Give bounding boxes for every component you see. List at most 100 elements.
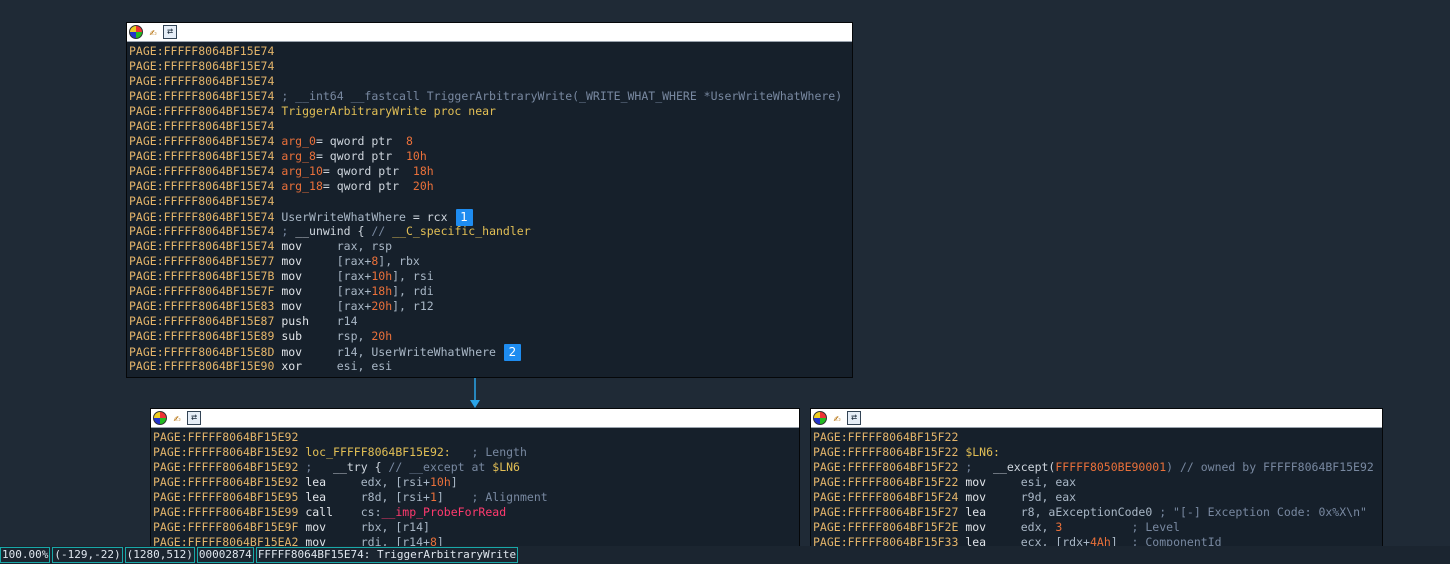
code-token: PAGE:FFFFF8064BF15E92 [153, 430, 299, 444]
rename-icon[interactable]: ✍ [830, 411, 844, 425]
code-line[interactable]: PAGE:FFFFF8064BF15F22 $LN6: [813, 445, 1382, 460]
code-token: __try { [333, 460, 389, 474]
code-token: PAGE:FFFFF8064BF15E7F [129, 284, 275, 298]
code-token: [rax+ [336, 299, 372, 313]
code-line[interactable]: PAGE:FFFFF8064BF15E74 arg_8= qword ptr 1… [129, 149, 852, 164]
code-token: PAGE:FFFFF8064BF15F24 [813, 490, 959, 504]
code-token: [rax+ [336, 269, 372, 283]
code-token: mov [958, 490, 1021, 504]
code-token: rdi, [r14+ [360, 535, 430, 546]
code-line[interactable]: PAGE:FFFFF8064BF15E77 mov [rax+8], rbx [129, 254, 852, 269]
code-line[interactable]: PAGE:FFFFF8064BF15E90 xor esi, esi [129, 359, 852, 374]
color-palette-icon[interactable] [813, 411, 827, 425]
mouse-position: (-129,-22) [52, 547, 123, 563]
code-line[interactable]: PAGE:FFFFF8064BF15E74 UserWriteWhatWhere… [129, 209, 852, 226]
code-line[interactable]: PAGE:FFFFF8064BF15E74 arg_10= qword ptr … [129, 164, 852, 179]
code-token: xor [274, 359, 337, 373]
code-token: mov [958, 475, 1021, 489]
code-token: ; __int64 __fastcall TriggerArbitraryWri… [274, 89, 843, 103]
code-token: // __except at [388, 460, 493, 474]
graph-view[interactable]: ✍ ⇄ PAGE:FFFFF8064BF15E74 PAGE:FFFFF8064B… [0, 0, 1450, 546]
code-token: FFFFF8050BE90001 [1055, 460, 1167, 474]
code-token: PAGE:FFFFF8064BF15E77 [129, 254, 275, 268]
code-line[interactable]: PAGE:FFFFF8064BF15E95 lea r8d, [rsi+1] ;… [153, 490, 799, 505]
code-token: mov [298, 520, 361, 534]
graph-overview-icon[interactable]: ⇄ [187, 411, 201, 425]
code-block-trigger-arbitrary-write[interactable]: ✍ ⇄ PAGE:FFFFF8064BF15E74 PAGE:FFFFF8064B… [126, 22, 853, 378]
code-token: 10h [371, 269, 393, 283]
code-line[interactable]: PAGE:FFFFF8064BF15E8D mov r14, UserWrite… [129, 344, 852, 361]
code-line[interactable]: PAGE:FFFFF8064BF15E74 [129, 44, 852, 59]
code-line[interactable]: PAGE:FFFFF8064BF15F33 lea ecx, [rdx+4Ah]… [813, 535, 1382, 546]
code-token: PAGE:FFFFF8064BF15E99 [153, 505, 299, 519]
code-token: PAGE:FFFFF8064BF15E74 [129, 194, 275, 208]
code-token: = rcx [405, 210, 448, 224]
code-token: PAGE:FFFFF8064BF15E74 [129, 44, 275, 58]
code-token: esi, eax [1020, 475, 1077, 489]
code-line[interactable]: PAGE:FFFFF8064BF15E92 loc_FFFFF8064BF15E… [153, 445, 799, 460]
code-line[interactable]: PAGE:FFFFF8064BF15E74 mov rax, rsp [129, 239, 852, 254]
code-line[interactable]: PAGE:FFFFF8064BF15E74 ; __unwind { // __… [129, 224, 852, 239]
code-block-try[interactable]: ✍ ⇄ PAGE:FFFFF8064BF15E92 PAGE:FFFFF8064B… [150, 408, 800, 546]
code-line[interactable]: PAGE:FFFFF8064BF15E74 arg_0= qword ptr 8 [129, 134, 852, 149]
code-line[interactable]: PAGE:FFFFF8064BF15F27 lea r8, aException… [813, 505, 1382, 520]
code-lines: PAGE:FFFFF8064BF15F22 PAGE:FFFFF8064BF15F… [811, 428, 1382, 546]
code-token: PAGE:FFFFF8064BF15E92 [153, 460, 299, 474]
code-line[interactable]: PAGE:FFFFF8064BF15E74 ; __int64 __fastca… [129, 89, 852, 104]
code-token: 18h [412, 164, 434, 178]
code-line[interactable]: PAGE:FFFFF8064BF15E7F mov [rax+18h], rdi [129, 284, 852, 299]
code-line[interactable]: PAGE:FFFFF8064BF15E9F mov rbx, [r14] [153, 520, 799, 535]
code-line[interactable]: PAGE:FFFFF8064BF15F2E mov edx, 3 ; Level [813, 520, 1382, 535]
code-token: 20h [412, 179, 434, 193]
code-token: ) // owned by FFFFF8064BF15E92 [1166, 460, 1374, 474]
code-line[interactable]: PAGE:FFFFF8064BF15E74 [129, 119, 852, 134]
code-line[interactable]: PAGE:FFFFF8064BF15EA2 mov rdi, [r14+8] [153, 535, 799, 546]
code-line[interactable]: PAGE:FFFFF8064BF15E74 [129, 59, 852, 74]
code-token: PAGE:FFFFF8064BF15E92 [153, 445, 299, 459]
code-token: PAGE:FFFFF8064BF15E87 [129, 314, 275, 328]
code-line[interactable]: PAGE:FFFFF8064BF15E74 TriggerArbitraryWr… [129, 104, 852, 119]
graph-overview-icon[interactable]: ⇄ [847, 411, 861, 425]
block-header: ✍ ⇄ [811, 409, 1382, 428]
code-token: ; Alignment [443, 490, 548, 504]
code-line[interactable]: PAGE:FFFFF8064BF15F22 mov esi, eax [813, 475, 1382, 490]
code-block-except[interactable]: ✍ ⇄ PAGE:FFFFF8064BF15F22 PAGE:FFFFF8064B… [810, 408, 1383, 546]
code-line[interactable]: PAGE:FFFFF8064BF15E89 sub rsp, 20h [129, 329, 852, 344]
block-header: ✍ ⇄ [151, 409, 799, 428]
code-line[interactable]: PAGE:FFFFF8064BF15F24 mov r9d, eax [813, 490, 1382, 505]
code-line[interactable]: PAGE:FFFFF8064BF15E87 push r14 [129, 314, 852, 329]
code-token: = qword ptr [322, 164, 413, 178]
code-line[interactable]: PAGE:FFFFF8064BF15F22 [813, 430, 1382, 445]
code-line[interactable]: PAGE:FFFFF8064BF15E83 mov [rax+20h], r12 [129, 299, 852, 314]
code-token: mov [274, 284, 337, 298]
code-line[interactable]: PAGE:FFFFF8064BF15E74 [129, 74, 852, 89]
code-lines: PAGE:FFFFF8064BF15E92 PAGE:FFFFF8064BF15E… [151, 428, 799, 546]
code-token: 1 [429, 490, 437, 504]
current-location: FFFFF8064BF15E74: TriggerArbitraryWrite [255, 547, 519, 563]
block-header: ✍ ⇄ [127, 23, 852, 42]
code-token: mov [274, 299, 337, 313]
code-line[interactable]: PAGE:FFFFF8064BF15E74 [129, 194, 852, 209]
code-token: mov [274, 239, 337, 253]
code-token: loc_FFFFF8064BF15E92: [298, 445, 451, 459]
code-line[interactable]: PAGE:FFFFF8064BF15E74 arg_18= qword ptr … [129, 179, 852, 194]
color-palette-icon[interactable] [153, 411, 167, 425]
graph-overview-icon[interactable]: ⇄ [163, 25, 177, 39]
code-line[interactable]: PAGE:FFFFF8064BF15E92 [153, 430, 799, 445]
code-line[interactable]: PAGE:FFFFF8064BF15E7B mov [rax+10h], rsi [129, 269, 852, 284]
code-token: PAGE:FFFFF8064BF15E74 [129, 104, 275, 118]
code-token: PAGE:FFFFF8064BF15E74 [129, 119, 275, 133]
code-token: ], rsi [392, 269, 434, 283]
code-token: PAGE:FFFFF8064BF15F22 [813, 430, 959, 444]
code-token: arg_8 [274, 149, 316, 163]
color-palette-icon[interactable] [129, 25, 143, 39]
code-line[interactable]: PAGE:FFFFF8064BF15E99 call cs:__imp_Prob… [153, 505, 799, 520]
code-line[interactable]: PAGE:FFFFF8064BF15E92 ; __try { // __exc… [153, 460, 799, 475]
rename-icon[interactable]: ✍ [146, 25, 160, 39]
code-line[interactable]: PAGE:FFFFF8064BF15F22 ; __except(FFFFF80… [813, 460, 1382, 475]
code-line[interactable]: PAGE:FFFFF8064BF15E92 lea edx, [rsi+10h] [153, 475, 799, 490]
code-token: PAGE:FFFFF8064BF15F2E [813, 520, 959, 534]
code-token: arg_18 [274, 179, 323, 193]
code-lines: PAGE:FFFFF8064BF15E74 PAGE:FFFFF8064BF15E… [127, 42, 852, 374]
rename-icon[interactable]: ✍ [170, 411, 184, 425]
